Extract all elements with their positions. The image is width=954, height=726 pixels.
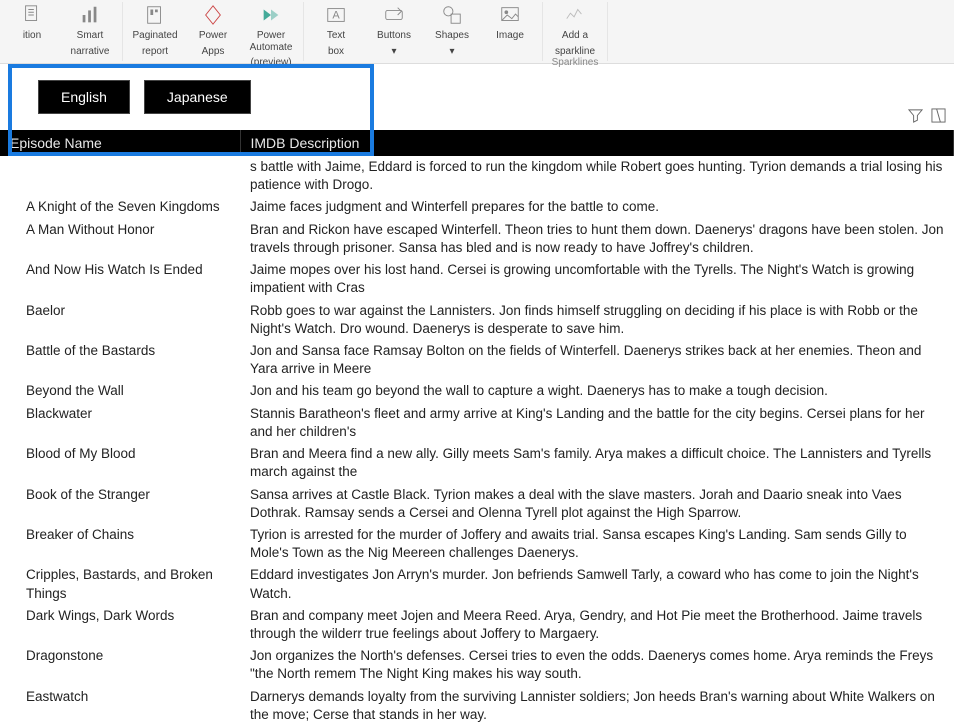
cell-episode-name: And Now His Watch Is Ended bbox=[0, 259, 240, 299]
table-row[interactable]: BlackwaterStannis Baratheon's fleet and … bbox=[0, 403, 954, 443]
ribbon-button-label: Power Automate bbox=[245, 30, 297, 53]
table-header-row: Episode Name IMDB Description bbox=[0, 130, 954, 156]
smart-narrative-button[interactable]: Smart narrative bbox=[64, 4, 116, 57]
ribbon-button-label: Buttons bbox=[377, 30, 411, 42]
ribbon-button-label: sparkline bbox=[555, 46, 595, 58]
cell-description: Stannis Baratheon's fleet and army arriv… bbox=[240, 403, 954, 443]
ribbon-button-label: box bbox=[328, 46, 344, 58]
image-icon bbox=[496, 4, 524, 26]
filter-icon[interactable] bbox=[908, 108, 923, 126]
flow-icon bbox=[257, 4, 285, 26]
table-row[interactable]: DragonstoneJon organizes the North's def… bbox=[0, 645, 954, 685]
cell-episode-name: Cripples, Bastards, and Broken Things bbox=[0, 564, 240, 604]
diamond-icon bbox=[199, 4, 227, 26]
shapes-icon bbox=[438, 4, 466, 26]
japanese-button[interactable]: Japanese bbox=[144, 80, 251, 114]
english-button[interactable]: English bbox=[38, 80, 130, 114]
table-row[interactable]: Book of the StrangerSansa arrives at Cas… bbox=[0, 484, 954, 524]
cell-episode-name: A Knight of the Seven Kingdoms bbox=[0, 196, 240, 218]
ribbon-button-label: ▾ bbox=[449, 46, 454, 58]
table-row[interactable]: Battle of the BastardsJon and Sansa face… bbox=[0, 340, 954, 380]
doc-icon bbox=[18, 4, 46, 26]
table-row[interactable]: Cripples, Bastards, and Broken ThingsEdd… bbox=[0, 564, 954, 604]
language-button-row: English Japanese bbox=[0, 64, 954, 128]
ribbon-button-label: Text bbox=[327, 30, 345, 42]
textbox-icon: A bbox=[322, 4, 350, 26]
cell-episode-name: Dragonstone bbox=[0, 645, 240, 685]
ribbon-button-label: Smart bbox=[77, 30, 104, 42]
power-apps-button[interactable]: Power Apps bbox=[187, 4, 239, 57]
paginated-report-button[interactable]: Paginated report bbox=[129, 4, 181, 57]
lition-button[interactable]: ition bbox=[6, 4, 58, 42]
col-episode-name[interactable]: Episode Name bbox=[0, 130, 240, 156]
ribbon-button-label: Apps bbox=[202, 46, 225, 58]
ribbon-button-label: Shapes bbox=[435, 30, 469, 42]
shapes-button[interactable]: Shapes ▾ bbox=[426, 4, 478, 57]
spark-icon bbox=[561, 4, 589, 26]
cell-episode-name: A Man Without Honor bbox=[0, 219, 240, 259]
table-row[interactable]: Beyond the WallJon and his team go beyon… bbox=[0, 380, 954, 402]
ribbon-button-label: narrative bbox=[71, 46, 110, 58]
visual-header-icons bbox=[908, 108, 946, 126]
cell-description: Eddard investigates Jon Arryn's murder. … bbox=[240, 564, 954, 604]
table-row[interactable]: Breaker of ChainsTyrion is arrested for … bbox=[0, 524, 954, 564]
ribbon-button-label: ition bbox=[23, 30, 41, 42]
cell-episode-name: Book of the Stranger bbox=[0, 484, 240, 524]
image-button[interactable]: Image bbox=[484, 4, 536, 42]
cell-description: Jaime mopes over his lost hand. Cersei i… bbox=[240, 259, 954, 299]
cell-description: Jon and his team go beyond the wall to c… bbox=[240, 380, 954, 402]
table-row[interactable]: EastwatchDarnerys demands loyalty from t… bbox=[0, 686, 954, 726]
ribbon-button-label: Image bbox=[496, 30, 524, 42]
ribbon-button-label: report bbox=[142, 46, 168, 58]
ribbon: ition Smart narrative Paginated report Power A… bbox=[0, 0, 954, 64]
table-row[interactable]: s battle with Jaime, Eddard is forced to… bbox=[0, 156, 954, 196]
table-row[interactable]: BaelorRobb goes to war against the Lanni… bbox=[0, 300, 954, 340]
col-imdb-description[interactable]: IMDB Description bbox=[240, 130, 954, 156]
text-box-button[interactable]: A Text box bbox=[310, 4, 362, 57]
cell-description: Bran and Meera find a new ally. Gilly me… bbox=[240, 443, 954, 483]
ribbon-button-label: Add a bbox=[562, 30, 588, 42]
table-row[interactable]: Dark Wings, Dark WordsBran and company m… bbox=[0, 605, 954, 645]
cell-episode-name: Dark Wings, Dark Words bbox=[0, 605, 240, 645]
table-row[interactable]: A Man Without HonorBran and Rickon have … bbox=[0, 219, 954, 259]
table-row[interactable]: A Knight of the Seven KingdomsJaime face… bbox=[0, 196, 954, 218]
cell-description: Robb goes to war against the Lannisters.… bbox=[240, 300, 954, 340]
ribbon-button-label: Power bbox=[199, 30, 227, 42]
cell-description: Jon organizes the North's defenses. Cers… bbox=[240, 645, 954, 685]
cell-description: Bran and Rickon have escaped Winterfell.… bbox=[240, 219, 954, 259]
ribbon-button-label: ▾ bbox=[391, 46, 396, 58]
table-row[interactable]: Blood of My BloodBran and Meera find a n… bbox=[0, 443, 954, 483]
cell-description: Tyrion is arrested for the murder of Jof… bbox=[240, 524, 954, 564]
cell-description: Jon and Sansa face Ramsay Bolton on the … bbox=[240, 340, 954, 380]
bar-icon bbox=[76, 4, 104, 26]
page-icon bbox=[141, 4, 169, 26]
buttons-button[interactable]: Buttons ▾ bbox=[368, 4, 420, 57]
cell-episode-name: Battle of the Bastards bbox=[0, 340, 240, 380]
cell-episode-name bbox=[0, 156, 240, 196]
cell-description: Sansa arrives at Castle Black. Tyrion ma… bbox=[240, 484, 954, 524]
focus-icon[interactable] bbox=[931, 108, 946, 126]
cell-episode-name: Breaker of Chains bbox=[0, 524, 240, 564]
svg-text:A: A bbox=[332, 10, 340, 22]
power-automate-button[interactable]: Power Automate(preview) bbox=[245, 4, 297, 69]
cell-episode-name: Blood of My Blood bbox=[0, 443, 240, 483]
table-row[interactable]: And Now His Watch Is EndedJaime mopes ov… bbox=[0, 259, 954, 299]
button-icon bbox=[380, 4, 408, 26]
cell-episode-name: Baelor bbox=[0, 300, 240, 340]
cell-episode-name: Blackwater bbox=[0, 403, 240, 443]
cell-episode-name: Eastwatch bbox=[0, 686, 240, 726]
add-sparkline-button[interactable]: Add a sparkline bbox=[549, 4, 601, 57]
cell-description: Bran and company meet Jojen and Meera Re… bbox=[240, 605, 954, 645]
report-canvas: English Japanese Episode Name IMDB Descr… bbox=[0, 64, 954, 726]
cell-description: Jaime faces judgment and Winterfell prep… bbox=[240, 196, 954, 218]
ribbon-button-label: Paginated bbox=[132, 30, 177, 42]
cell-description: Darnerys demands loyalty from the surviv… bbox=[240, 686, 954, 726]
cell-episode-name: Beyond the Wall bbox=[0, 380, 240, 402]
cell-description: s battle with Jaime, Eddard is forced to… bbox=[240, 156, 954, 196]
episodes-table: Episode Name IMDB Description s battle w… bbox=[0, 130, 954, 726]
